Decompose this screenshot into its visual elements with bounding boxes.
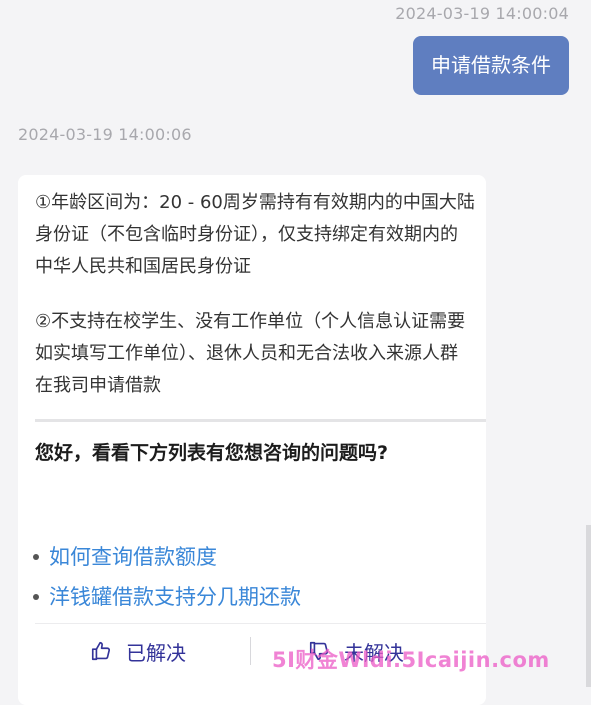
- content-divider: [35, 419, 486, 422]
- faq-prompt-question: 您好，看看下方列表有您想咨询的问题吗?: [35, 442, 389, 464]
- scrollbar[interactable]: [586, 525, 591, 687]
- bot-message-card: ①年龄区间为：20 - 60周岁需持有有效期内的中国大陆身份证（不包含临时身份证…: [18, 175, 486, 705]
- feedback-divider: [35, 623, 486, 624]
- faq-link-label[interactable]: 洋钱罐借款支持分几期还款: [49, 581, 301, 611]
- bot-message-timestamp: 2024-03-19 14:00:06: [18, 125, 192, 144]
- faq-link-loan-limit[interactable]: 如何查询借款额度: [33, 541, 217, 571]
- bullet-dot: [33, 554, 39, 560]
- thumbs-up-icon: [91, 641, 111, 661]
- bullet-dot: [33, 594, 39, 600]
- user-message-bubble: 申请借款条件: [413, 36, 569, 95]
- site-watermark: 5I财金Wldi.5Icaijin.com: [272, 648, 550, 672]
- solved-button[interactable]: 已解决: [90, 633, 186, 669]
- eligibility-age-paragraph: ①年龄区间为：20 - 60周岁需持有有效期内的中国大陆身份证（不包含临时身份证…: [35, 192, 475, 277]
- feedback-separator: [250, 637, 251, 665]
- faq-link-label[interactable]: 如何查询借款额度: [49, 541, 217, 571]
- eligibility-exclusion-paragraph: ②不支持在校学生、没有工作单位（个人信息认证需要如实填写工作单位）、退休人员和无…: [35, 311, 466, 396]
- faq-link-installments[interactable]: 洋钱罐借款支持分几期还款: [33, 581, 301, 611]
- solved-label: 已解决: [126, 640, 186, 665]
- user-message-timestamp: 2024-03-19 14:00:04: [395, 4, 569, 23]
